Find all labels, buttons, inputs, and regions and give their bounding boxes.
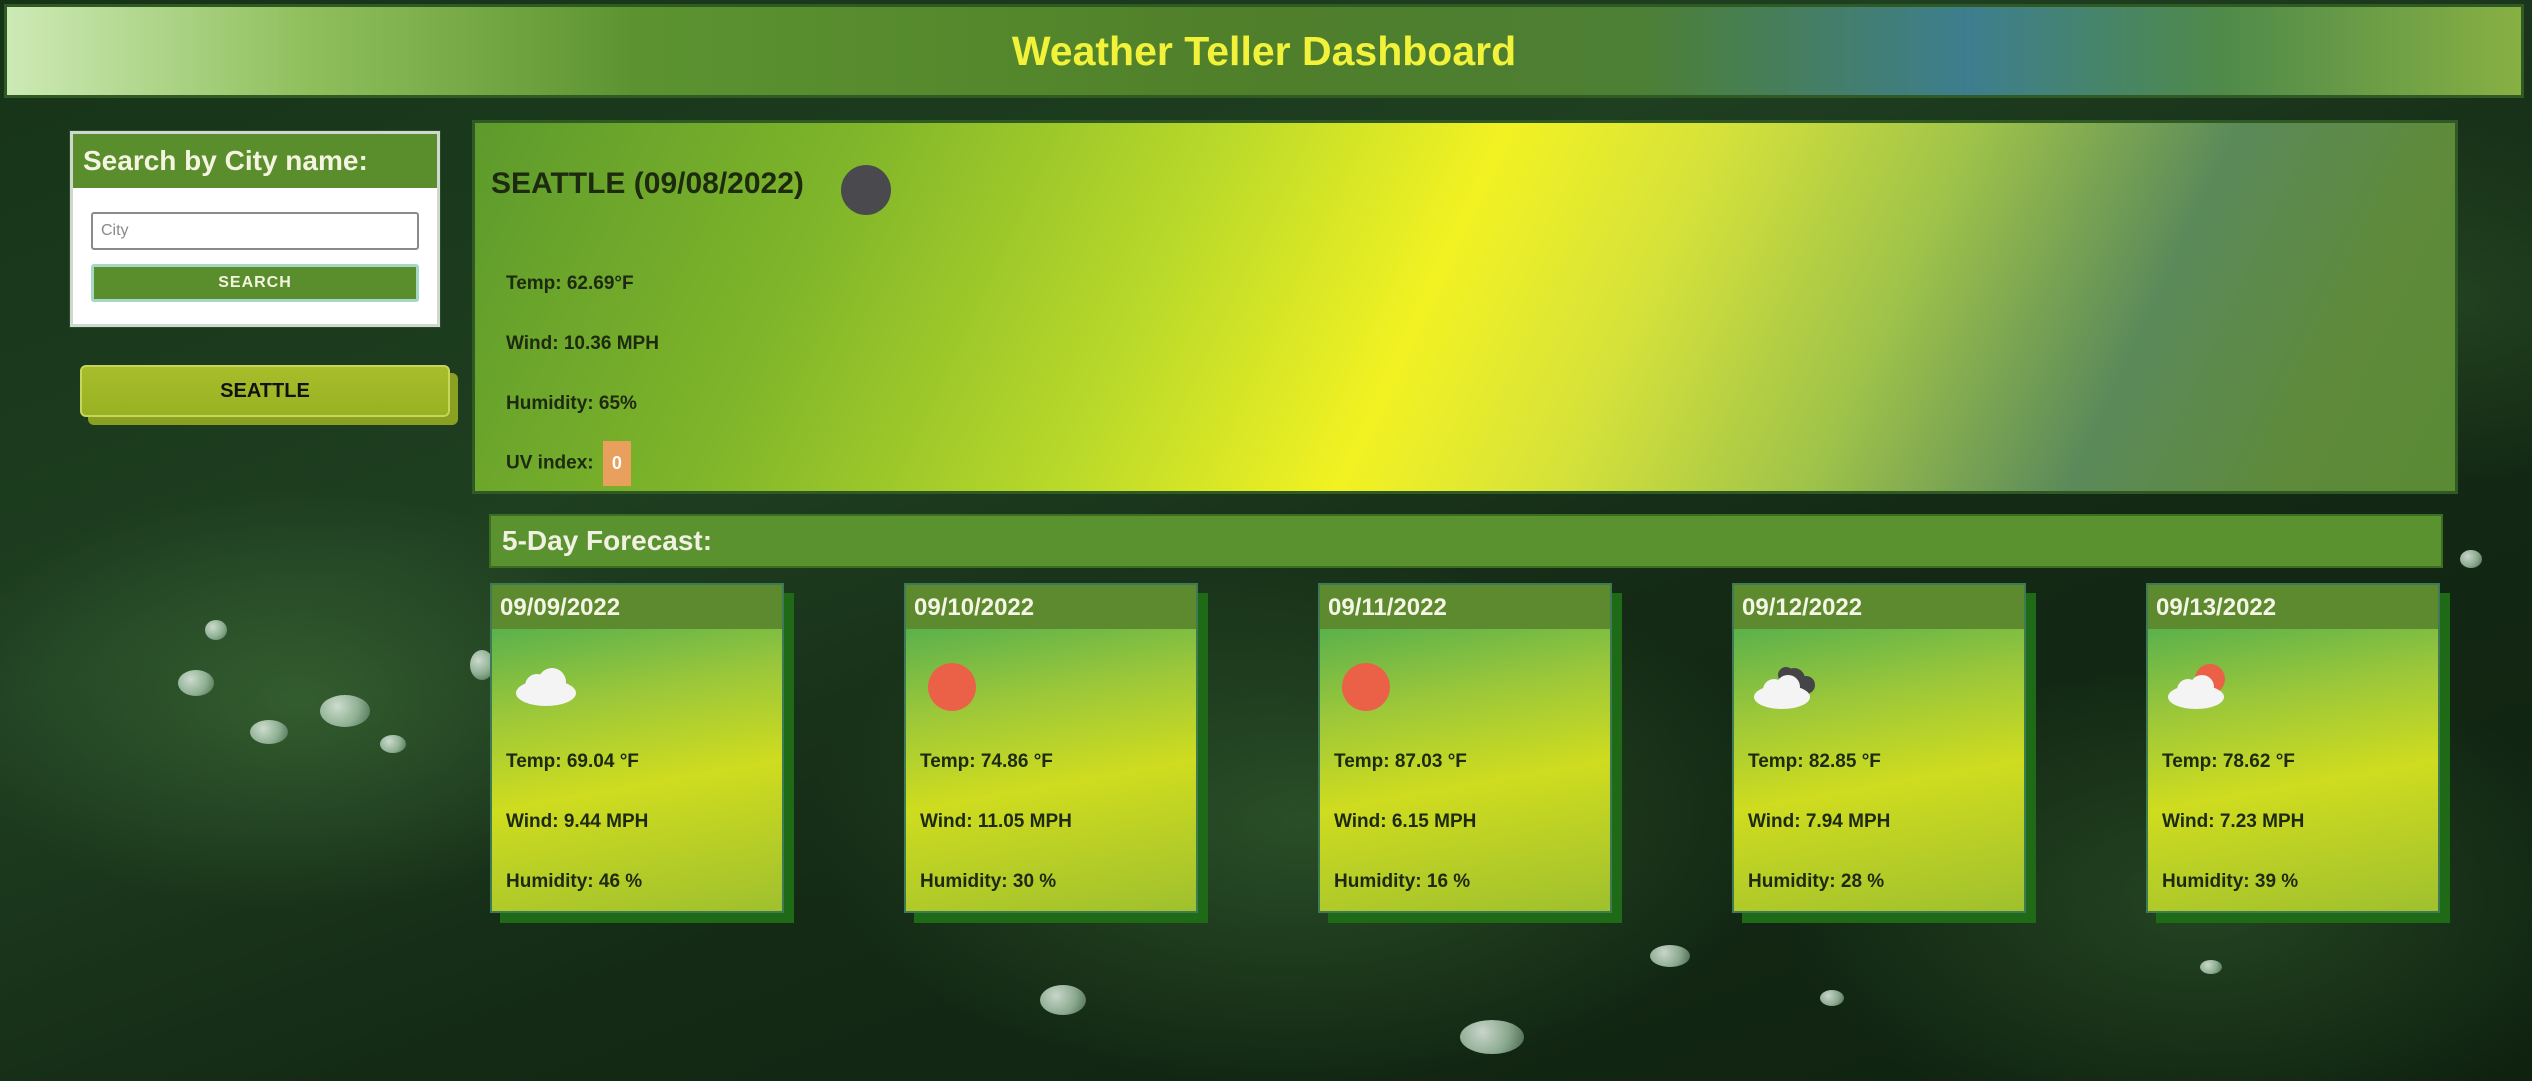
page-title: Weather Teller Dashboard bbox=[1011, 27, 1517, 74]
forecast-date: 09/12/2022 bbox=[1734, 585, 2024, 629]
forecast-humidity: Humidity: 28 % bbox=[1748, 871, 1885, 892]
current-humidity: Humidity: 65% bbox=[506, 393, 637, 414]
forecast-card: 09/10/2022 Temp: 74.86 °F Wind: 11.05 MP… bbox=[904, 583, 1198, 913]
forecast-date: 09/11/2022 bbox=[1320, 585, 1610, 629]
forecast-humidity: Humidity: 46 % bbox=[506, 871, 643, 892]
current-temp: Temp: 62.69°F bbox=[506, 273, 634, 294]
forecast-date: 09/09/2022 bbox=[492, 585, 782, 629]
history-city-button[interactable]: SEATTLE bbox=[80, 365, 450, 417]
forecast-card: 09/11/2022 Temp: 87.03 °F Wind: 6.15 MPH… bbox=[1318, 583, 1612, 913]
forecast-humidity: Humidity: 39 % bbox=[2162, 871, 2299, 892]
forecast-heading: 5-Day Forecast: bbox=[489, 514, 2443, 568]
current-weather-panel: SEATTLE (09/08/2022) Temp: 62.69°F Wind:… bbox=[472, 120, 2458, 494]
current-city-title: SEATTLE (09/08/2022) bbox=[491, 167, 804, 200]
forecast-temp: Temp: 69.04 °F bbox=[506, 751, 639, 772]
forecast-card: 09/13/2022 Temp: 78.62 °F Wind: 7.23 MPH… bbox=[2146, 583, 2440, 913]
broken-clouds-icon bbox=[1754, 667, 1815, 709]
forecast-temp: Temp: 78.62 °F bbox=[2162, 751, 2295, 772]
forecast-wind: Wind: 9.44 MPH bbox=[506, 811, 649, 832]
cloud-icon bbox=[516, 668, 576, 706]
sun-icon bbox=[928, 663, 976, 711]
search-heading: Search by City name: bbox=[73, 134, 437, 188]
page-header: Weather Teller Dashboard bbox=[4, 4, 2524, 98]
search-button[interactable]: SEARCH bbox=[91, 264, 419, 302]
forecast-temp: Temp: 74.86 °F bbox=[920, 751, 1053, 772]
forecast-date: 09/10/2022 bbox=[906, 585, 1196, 629]
forecast-humidity: Humidity: 16 % bbox=[1334, 871, 1471, 892]
forecast-wind: Wind: 7.23 MPH bbox=[2162, 811, 2305, 832]
current-uv: UV index: 0 bbox=[506, 441, 631, 486]
forecast-date: 09/13/2022 bbox=[2148, 585, 2438, 629]
uv-label: UV index: bbox=[506, 452, 594, 474]
partly-cloudy-icon bbox=[2168, 664, 2225, 709]
city-search-input[interactable] bbox=[91, 212, 419, 250]
forecast-temp: Temp: 82.85 °F bbox=[1748, 751, 1881, 772]
forecast-wind: Wind: 6.15 MPH bbox=[1334, 811, 1477, 832]
forecast-temp: Temp: 87.03 °F bbox=[1334, 751, 1467, 772]
forecast-card: 09/12/2022 Temp: 82.85 °F Wind: 7.94 MPH… bbox=[1732, 583, 2026, 913]
forecast-card: 09/09/2022 Temp: 69.04 °F Wind: 9.44 MPH… bbox=[490, 583, 784, 913]
forecast-humidity: Humidity: 30 % bbox=[920, 871, 1057, 892]
moon-icon bbox=[841, 165, 891, 215]
forecast-wind: Wind: 7.94 MPH bbox=[1748, 811, 1891, 832]
search-panel: Search by City name: SEARCH bbox=[70, 131, 440, 327]
sun-icon bbox=[1342, 663, 1390, 711]
forecast-wind: Wind: 11.05 MPH bbox=[920, 811, 1072, 832]
uv-index-badge: 0 bbox=[602, 441, 631, 486]
current-wind: Wind: 10.36 MPH bbox=[506, 333, 659, 354]
